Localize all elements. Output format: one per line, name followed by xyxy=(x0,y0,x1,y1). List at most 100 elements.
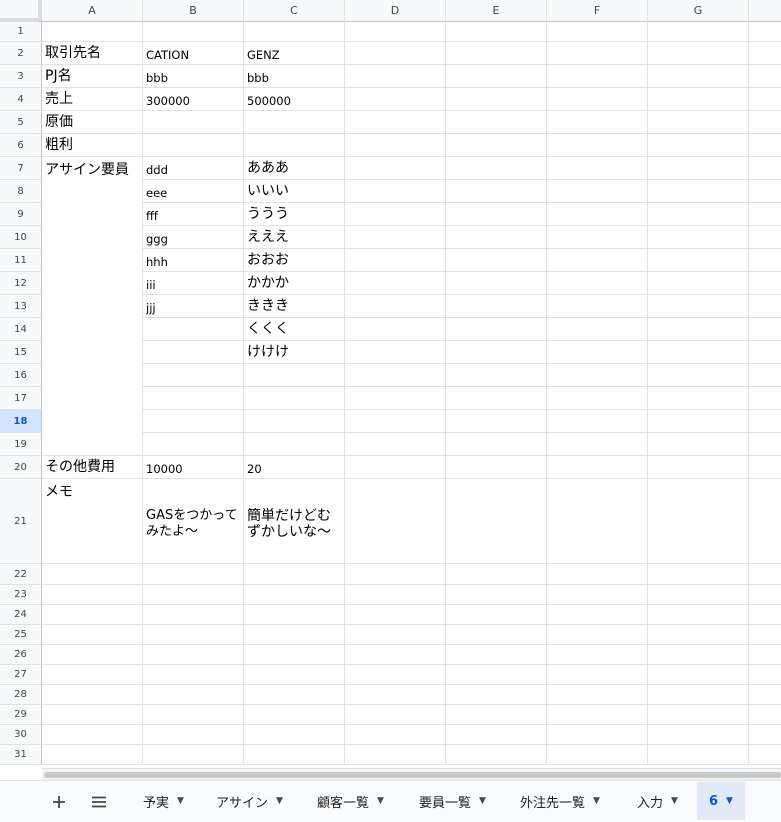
cell-a6[interactable]: 粗利 xyxy=(42,134,143,157)
cell-c10[interactable]: えええ xyxy=(244,226,345,249)
row-header-2[interactable]: 2 xyxy=(0,42,42,65)
cell-h6[interactable] xyxy=(749,134,781,157)
cell-f9[interactable] xyxy=(547,203,648,226)
cell-b3[interactable]: bbb xyxy=(143,65,244,88)
cell-h14[interactable] xyxy=(749,318,781,341)
row-header-15[interactable]: 15 xyxy=(0,341,42,364)
cell-b6[interactable] xyxy=(143,134,244,157)
cell-f3[interactable] xyxy=(547,65,648,88)
cell-f20[interactable] xyxy=(547,456,648,479)
cell-d18[interactable] xyxy=(345,410,446,433)
cell-d4[interactable] xyxy=(345,88,446,111)
cell-c12[interactable]: かかか xyxy=(244,272,345,295)
cell-h16[interactable] xyxy=(749,364,781,387)
row-header-26[interactable]: 26 xyxy=(0,645,42,665)
cell-a28[interactable] xyxy=(42,685,143,705)
cell-a4[interactable]: 売上 xyxy=(42,88,143,111)
caret-down-icon[interactable]: ▼ xyxy=(671,796,678,806)
cell-g14[interactable] xyxy=(648,318,749,341)
cell-d6[interactable] xyxy=(345,134,446,157)
cell-b22[interactable] xyxy=(143,564,244,585)
column-header-partial[interactable] xyxy=(749,0,781,22)
cell-c19[interactable] xyxy=(244,433,345,456)
cell-a1[interactable] xyxy=(42,22,143,42)
row-header-8[interactable]: 8 xyxy=(0,180,42,203)
row-header-5[interactable]: 5 xyxy=(0,111,42,134)
cell-d23[interactable] xyxy=(345,585,446,605)
cell-b7[interactable]: ddd xyxy=(143,157,244,180)
sheet-tab-3[interactable]: 顧客一覧 ▼ xyxy=(307,783,394,819)
cell-b8[interactable]: eee xyxy=(143,180,244,203)
cell-f2[interactable] xyxy=(547,42,648,65)
cell-c30[interactable] xyxy=(244,725,345,745)
cell-h27[interactable] xyxy=(749,665,781,685)
cell-h5[interactable] xyxy=(749,111,781,134)
cell-f25[interactable] xyxy=(547,625,648,645)
cell-d17[interactable] xyxy=(345,387,446,410)
cell-g7[interactable] xyxy=(648,157,749,180)
select-all-corner[interactable] xyxy=(0,0,42,22)
cell-c16[interactable] xyxy=(244,364,345,387)
cell-e9[interactable] xyxy=(446,203,547,226)
row-header-21[interactable]: 21 xyxy=(0,479,42,564)
cell-c29[interactable] xyxy=(244,705,345,725)
cell-f27[interactable] xyxy=(547,665,648,685)
cell-g25[interactable] xyxy=(648,625,749,645)
row-header-17[interactable]: 17 xyxy=(0,387,42,410)
cell-c13[interactable]: ききき xyxy=(244,295,345,318)
row-header-9[interactable]: 9 xyxy=(0,203,42,226)
caret-down-icon[interactable]: ▼ xyxy=(593,796,600,806)
cell-d7[interactable] xyxy=(345,157,446,180)
cell-d5[interactable] xyxy=(345,111,446,134)
column-header-e[interactable]: E xyxy=(446,0,547,22)
cell-d13[interactable] xyxy=(345,295,446,318)
cell-h20[interactable] xyxy=(749,456,781,479)
cell-f15[interactable] xyxy=(547,341,648,364)
cell-a29[interactable] xyxy=(42,705,143,725)
cell-b20[interactable]: 10000 xyxy=(143,456,244,479)
cell-h28[interactable] xyxy=(749,685,781,705)
cell-g4[interactable] xyxy=(648,88,749,111)
caret-down-icon[interactable]: ▼ xyxy=(177,796,184,806)
cell-c14[interactable]: くくく xyxy=(244,318,345,341)
cell-e13[interactable] xyxy=(446,295,547,318)
cell-f7[interactable] xyxy=(547,157,648,180)
row-header-18[interactable]: 18 xyxy=(0,410,42,433)
cell-e28[interactable] xyxy=(446,685,547,705)
cell-b2[interactable]: CATION xyxy=(143,42,244,65)
cell-d29[interactable] xyxy=(345,705,446,725)
row-header-3[interactable]: 3 xyxy=(0,65,42,88)
row-header-10[interactable]: 10 xyxy=(0,226,42,249)
cell-c27[interactable] xyxy=(244,665,345,685)
cell-f8[interactable] xyxy=(547,180,648,203)
cell-h26[interactable] xyxy=(749,645,781,665)
spreadsheet-grid[interactable]: A B C D E F G 1 2 3 4 5 6 7 8 9 10 11 12 13 14 15 16 17 18 19 20 21… xyxy=(0,0,781,768)
row-header-28[interactable]: 28 xyxy=(0,685,42,705)
cell-c3[interactable]: bbb xyxy=(244,65,345,88)
cell-e19[interactable] xyxy=(446,433,547,456)
cell-b30[interactable] xyxy=(143,725,244,745)
cell-g21[interactable] xyxy=(648,479,749,564)
cell-e12[interactable] xyxy=(446,272,547,295)
cell-g15[interactable] xyxy=(648,341,749,364)
sheet-tab-2[interactable]: アサイン ▼ xyxy=(206,783,293,819)
caret-down-icon[interactable]: ▼ xyxy=(726,796,733,806)
cell-b28[interactable] xyxy=(143,685,244,705)
row-header-11[interactable]: 11 xyxy=(0,249,42,272)
cell-f21[interactable] xyxy=(547,479,648,564)
column-header-d[interactable]: D xyxy=(345,0,446,22)
cell-g1[interactable] xyxy=(648,22,749,42)
cell-h19[interactable] xyxy=(749,433,781,456)
cell-d19[interactable] xyxy=(345,433,446,456)
cell-e15[interactable] xyxy=(446,341,547,364)
cell-h11[interactable] xyxy=(749,249,781,272)
cell-d3[interactable] xyxy=(345,65,446,88)
cell-g27[interactable] xyxy=(648,665,749,685)
cell-c20[interactable]: 20 xyxy=(244,456,345,479)
cell-f19[interactable] xyxy=(547,433,648,456)
cell-f6[interactable] xyxy=(547,134,648,157)
cell-c23[interactable] xyxy=(244,585,345,605)
column-header-a[interactable]: A xyxy=(42,0,143,22)
sheet-tab-5[interactable]: 外注先一覧 ▼ xyxy=(510,783,610,819)
row-header-24[interactable]: 24 xyxy=(0,605,42,625)
